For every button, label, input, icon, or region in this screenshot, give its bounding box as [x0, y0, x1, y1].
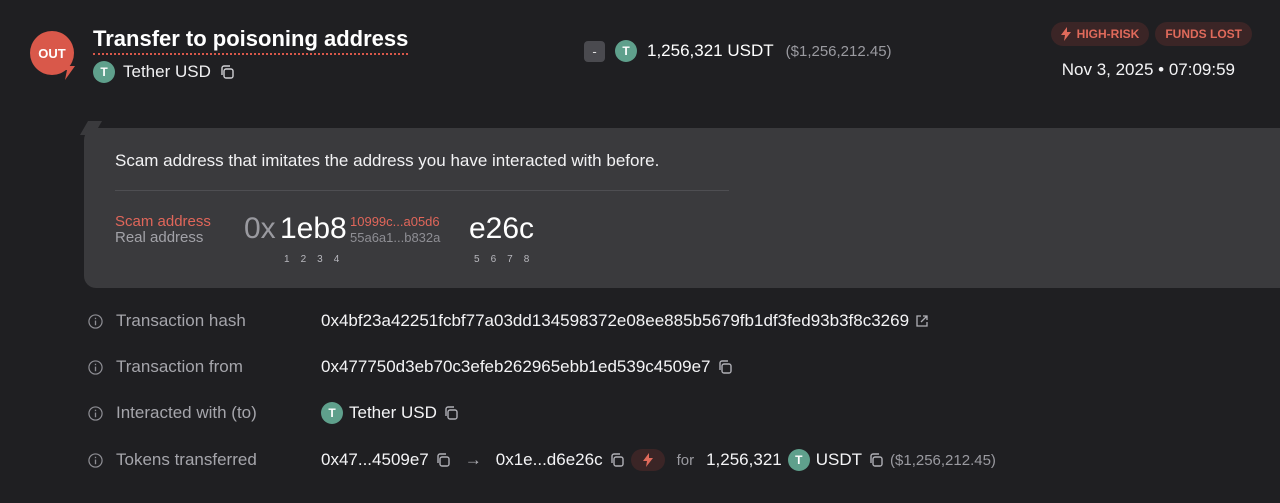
token-amount: 1,256,321: [706, 450, 782, 469]
copy-icon[interactable]: [609, 452, 625, 468]
for-label: for: [676, 451, 695, 469]
copy-icon[interactable]: [219, 64, 235, 80]
row-label: Transaction hash: [116, 311, 246, 330]
position-number: 4: [333, 254, 340, 265]
transaction-from-value: 0x477750d3eb70c3efeb262965ebb1ed539c4509…: [321, 357, 733, 377]
bolt-icon: [642, 453, 653, 467]
interacted-with-value: T Tether USD: [321, 402, 459, 424]
scam-address-label: Scam address: [115, 213, 211, 230]
transaction-hash-value: 0x4bf23a42251fcbf77a03dd134598372e08ee88…: [321, 311, 929, 331]
last-char-positions: 5 6 7 8: [474, 254, 529, 265]
position-number: 3: [317, 254, 323, 265]
page-title: Transfer to poisoning address: [93, 26, 409, 55]
real-address-middle: 55a6a1...b832a: [350, 230, 441, 245]
position-number: 2: [300, 254, 307, 265]
transfer-amount: - T 1,256,321 USDT ($1,256,212.45): [584, 40, 892, 62]
copy-icon[interactable]: [868, 452, 884, 468]
position-number: 1: [284, 254, 290, 265]
info-icon: [88, 452, 103, 468]
timestamp: Nov 3, 2025 • 07:09:59: [1061, 60, 1235, 79]
minus-sign: -: [584, 40, 605, 62]
amount-usd: ($1,256,212.45): [785, 42, 892, 60]
row-label: Tokens transferred: [116, 450, 257, 469]
transaction-hash-link[interactable]: 0x4bf23a42251fcbf77a03dd134598372e08ee88…: [321, 311, 909, 331]
copy-icon[interactable]: [443, 405, 459, 421]
row-label: Transaction from: [116, 357, 243, 376]
token-symbol-link[interactable]: USDT: [816, 450, 862, 470]
interacted-with-row: Interacted with (to) T Tether USD: [88, 401, 458, 425]
info-icon: [88, 359, 103, 375]
bolt-icon: [1060, 27, 1071, 41]
token-usd-value: ($1,256,212.45): [890, 451, 996, 469]
position-number: 7: [507, 254, 513, 265]
from-address-link[interactable]: 0x477750d3eb70c3efeb262965ebb1ed539c4509…: [321, 357, 711, 377]
tether-logo-icon: T: [787, 449, 810, 471]
poisoning-info-panel: Scam address that imitates the address y…: [84, 128, 1280, 288]
info-icon: [88, 405, 103, 421]
contract-name-link[interactable]: Tether USD: [349, 403, 437, 423]
risk-tags: HIGH-RISK FUNDS LOST: [1050, 22, 1252, 46]
tether-logo-icon: T: [321, 402, 343, 424]
address-first-chars: 1eb8: [280, 212, 347, 245]
info-icon: [88, 313, 103, 329]
copy-icon[interactable]: [435, 452, 451, 468]
scam-address-middle: 10999c...a05d6: [350, 214, 440, 229]
sender-address-link[interactable]: 0x47...4509e7: [321, 450, 429, 470]
transaction-hash-row: Transaction hash 0x4bf23a42251fcbf77a03d…: [88, 309, 928, 333]
amount-value: 1,256,321 USDT: [647, 41, 774, 60]
address-last-chars: e26c: [469, 212, 535, 245]
first-char-positions: 1 2 3 4: [284, 254, 339, 265]
high-risk-badge: HIGH-RISK: [1050, 22, 1150, 46]
address-prefix: 0x: [244, 212, 276, 245]
token-info: T Tether USD: [93, 61, 235, 83]
transaction-view: OUT Transfer to poisoning address T Teth…: [0, 0, 1280, 503]
token-name: Tether USD: [123, 62, 211, 81]
position-number: 6: [490, 254, 497, 265]
external-link-icon[interactable]: [915, 314, 929, 328]
arrow-right-icon: →: [464, 450, 482, 469]
recipient-address-link[interactable]: 0x1e...d6e26c: [496, 450, 603, 470]
tether-logo-icon: T: [615, 40, 637, 62]
tokens-transferred-value: 0x47...4509e7 → 0x1e...d6e26c for 1,256,…: [321, 449, 996, 471]
transaction-from-row: Transaction from 0x477750d3eb70c3efeb262…: [88, 355, 732, 379]
position-number: 8: [523, 254, 530, 265]
funds-lost-badge: FUNDS LOST: [1155, 22, 1252, 46]
row-label: Interacted with (to): [116, 403, 257, 422]
position-number: 5: [474, 254, 480, 265]
risk-indicator: [630, 449, 665, 471]
real-address-label: Real address: [115, 229, 204, 246]
divider: [115, 190, 729, 191]
panel-description: Scam address that imitates the address y…: [115, 151, 660, 170]
bolt-icon: [61, 58, 75, 80]
tether-logo-icon: T: [93, 61, 115, 83]
copy-icon[interactable]: [717, 359, 733, 375]
tokens-transferred-row: Tokens transferred 0x47...4509e7 → 0x1e.…: [88, 448, 996, 472]
